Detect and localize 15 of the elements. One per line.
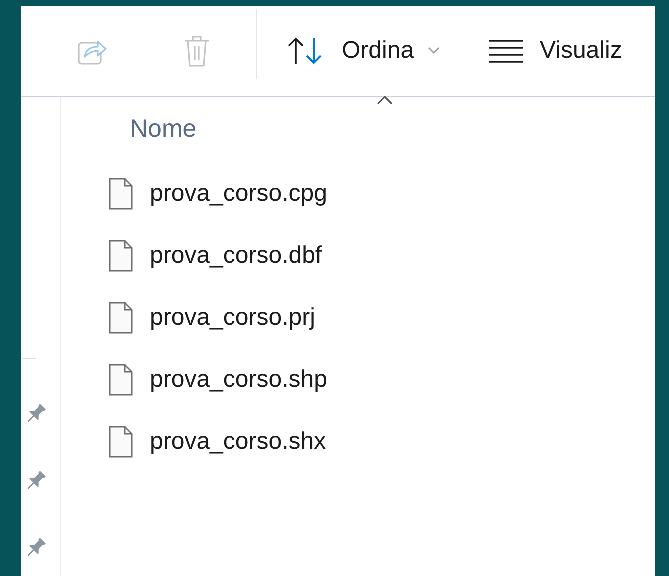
file-icon xyxy=(108,426,134,458)
file-name[interactable]: prova_corso.dbf xyxy=(150,238,322,274)
sort-button[interactable]: Ordina xyxy=(286,21,440,81)
view-button[interactable]: Visualiz xyxy=(488,21,622,81)
trash-icon xyxy=(182,34,212,68)
file-name[interactable]: prova_corso.shp xyxy=(150,362,328,398)
column-header[interactable]: Nome xyxy=(130,115,197,143)
file-name[interactable]: prova_corso.cpg xyxy=(150,176,328,212)
file-name[interactable]: prova_corso.shx xyxy=(150,424,326,460)
file-icon xyxy=(108,178,134,210)
file-icon xyxy=(108,364,134,396)
list-view-icon xyxy=(488,39,524,63)
file-name[interactable]: prova_corso.prj xyxy=(150,300,316,336)
file-icon xyxy=(108,302,134,334)
file-icon xyxy=(108,240,134,272)
